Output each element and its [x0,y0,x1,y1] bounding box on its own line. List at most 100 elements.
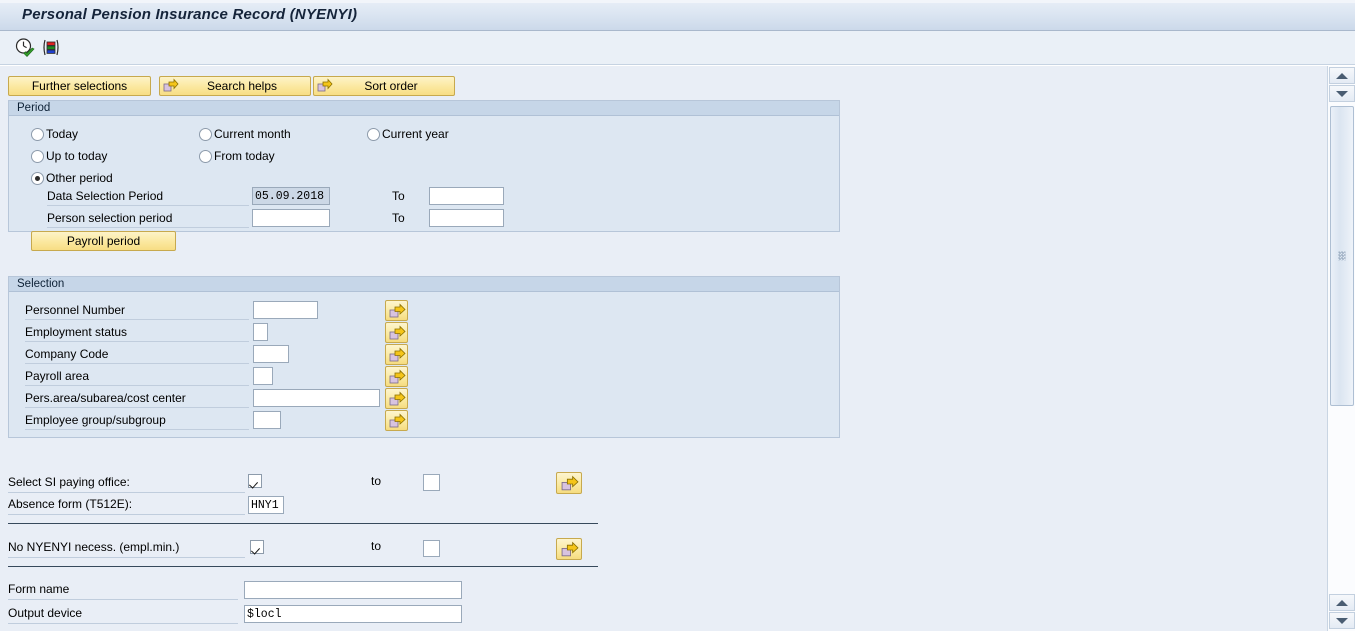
sort-order-label: Sort order [364,79,418,93]
employment-status-input[interactable] [253,323,268,341]
pers-area-subarea-cost-center-row: Pers.area/subarea/cost center [25,388,415,409]
radio-other-period-label: Other period [46,171,113,185]
personnel-number-label: Personnel Number [25,301,249,320]
data-selection-period-from-input[interactable] [252,187,330,205]
no-nyenyi-necess-to-field[interactable] [423,540,440,557]
select-si-paying-office-label: Select SI paying office: [8,472,245,493]
payroll-area-row: Payroll area [25,366,415,387]
pers-area-multi-select-icon[interactable] [385,388,408,409]
employee-group-subgroup-row: Employee group/subgroup [25,410,415,431]
company-code-multi-select-icon[interactable] [385,344,408,365]
person-selection-period-to-input[interactable] [429,209,504,227]
period-group: Period Today Current month Current year … [8,100,840,251]
form-name-row: Form name [8,579,468,600]
payroll-area-label: Payroll area [25,367,249,386]
no-nyenyi-necess-checkbox[interactable] [250,540,264,554]
divider-above-nyenyi [8,523,598,524]
person-selection-period-to-label: To [392,211,405,225]
radio-from-today-label: From today [214,149,275,163]
further-selections-button[interactable]: Further selections [8,76,151,96]
page-title: Personal Pension Insurance Record (NYENY… [22,6,358,23]
radio-from-today-control[interactable] [199,150,212,163]
arrow-right-icon [317,78,333,94]
radio-up-to-today-control[interactable] [31,150,44,163]
no-nyenyi-necess-row: No NYENYI necess. (empl.min.) to [8,537,598,560]
data-selection-period-label: Data Selection Period [47,187,249,206]
period-group-title: Period [9,101,839,116]
select-si-paying-office-multi-select-icon[interactable] [556,472,582,494]
scrollbar-grip-icon [1338,251,1346,261]
triangle-down-icon [1336,617,1348,624]
person-selection-period-from-input[interactable] [252,209,330,227]
employment-status-multi-select-icon[interactable] [385,322,408,343]
radio-up-to-today-label: Up to today [46,149,108,163]
personnel-number-multi-select-icon[interactable] [385,300,408,321]
output-device-label: Output device [8,603,238,624]
scroll-up-button-bottom[interactable] [1329,594,1355,611]
sort-order-button[interactable]: Sort order [313,76,455,96]
person-selection-period-label: Person selection period [47,209,249,228]
radio-current-month-control[interactable] [199,128,212,141]
pers-area-subarea-cost-center-label: Pers.area/subarea/cost center [25,389,249,408]
vertical-scrollbar[interactable] [1327,66,1355,631]
personnel-number-input[interactable] [253,301,318,319]
radio-other-period-control[interactable] [31,172,44,185]
absence-form-input[interactable] [248,496,284,514]
select-si-paying-office-to-field[interactable] [423,474,440,491]
payroll-period-label: Payroll period [66,234,141,248]
triangle-down-icon [1336,90,1348,97]
select-si-paying-office-row: Select SI paying office: to [8,472,598,494]
employment-status-label: Employment status [25,323,249,342]
scroll-down-button-bottom[interactable] [1329,612,1355,629]
no-nyenyi-necess-to-label: to [371,539,382,553]
output-device-input[interactable] [244,605,462,623]
person-selection-period-row: Person selection period To [47,209,504,228]
company-code-row: Company Code [25,344,415,365]
no-nyenyi-necess-multi-select-icon[interactable] [556,538,582,560]
search-helps-label: Search helps [206,79,278,93]
data-selection-period-row: Data Selection Period To [47,187,504,206]
display-variant-icon[interactable] [40,37,62,59]
absence-form-row: Absence form (T512E): [8,494,598,515]
divider-above-output [8,566,598,567]
employee-group-subgroup-label: Employee group/subgroup [25,411,249,430]
payroll-period-button[interactable]: Payroll period [31,231,176,251]
arrow-right-icon [163,78,179,94]
search-helps-button[interactable]: Search helps [159,76,311,96]
scroll-down-button-top[interactable] [1329,85,1355,102]
triangle-up-icon [1336,72,1348,79]
data-selection-period-to-input[interactable] [429,187,504,205]
window-title-bar: Personal Pension Insurance Record (NYENY… [0,0,1355,31]
output-device-row: Output device [8,603,468,624]
radio-current-year-control[interactable] [367,128,380,141]
payroll-area-input[interactable] [253,367,273,385]
icon-toolbar: © www.tutorialkart.com [0,31,1355,93]
radio-today-label: Today [46,127,79,141]
radio-today-control[interactable] [31,128,44,141]
select-si-paying-office-checkbox[interactable] [248,474,262,488]
personnel-number-row: Personnel Number [25,300,415,321]
absence-form-label: Absence form (T512E): [8,494,245,515]
pers-area-subarea-cost-center-input[interactable] [253,389,380,407]
radio-current-year-label: Current year [382,127,449,141]
form-name-label: Form name [8,579,238,600]
scrollbar-track[interactable] [1328,461,1355,586]
no-nyenyi-necess-label: No NYENYI necess. (empl.min.) [8,537,245,558]
further-selections-label: Further selections [31,79,128,93]
employee-group-subgroup-multi-select-icon[interactable] [385,410,408,431]
employment-status-row: Employment status [25,322,415,343]
selection-group-title: Selection [9,277,839,292]
data-selection-period-to-label: To [392,189,405,203]
form-name-input[interactable] [244,581,462,599]
clock-check-icon[interactable] [14,37,36,59]
payroll-area-multi-select-icon[interactable] [385,366,408,387]
select-si-paying-office-to-label: to [371,474,382,488]
scroll-up-button-top[interactable] [1329,67,1355,84]
radio-current-month-label: Current month [214,127,291,141]
employee-group-subgroup-input[interactable] [253,411,281,429]
company-code-input[interactable] [253,345,289,363]
company-code-label: Company Code [25,345,249,364]
scrollbar-thumb[interactable] [1330,106,1354,406]
title-bar-highlight [0,0,1355,3]
triangle-up-icon [1336,599,1348,606]
